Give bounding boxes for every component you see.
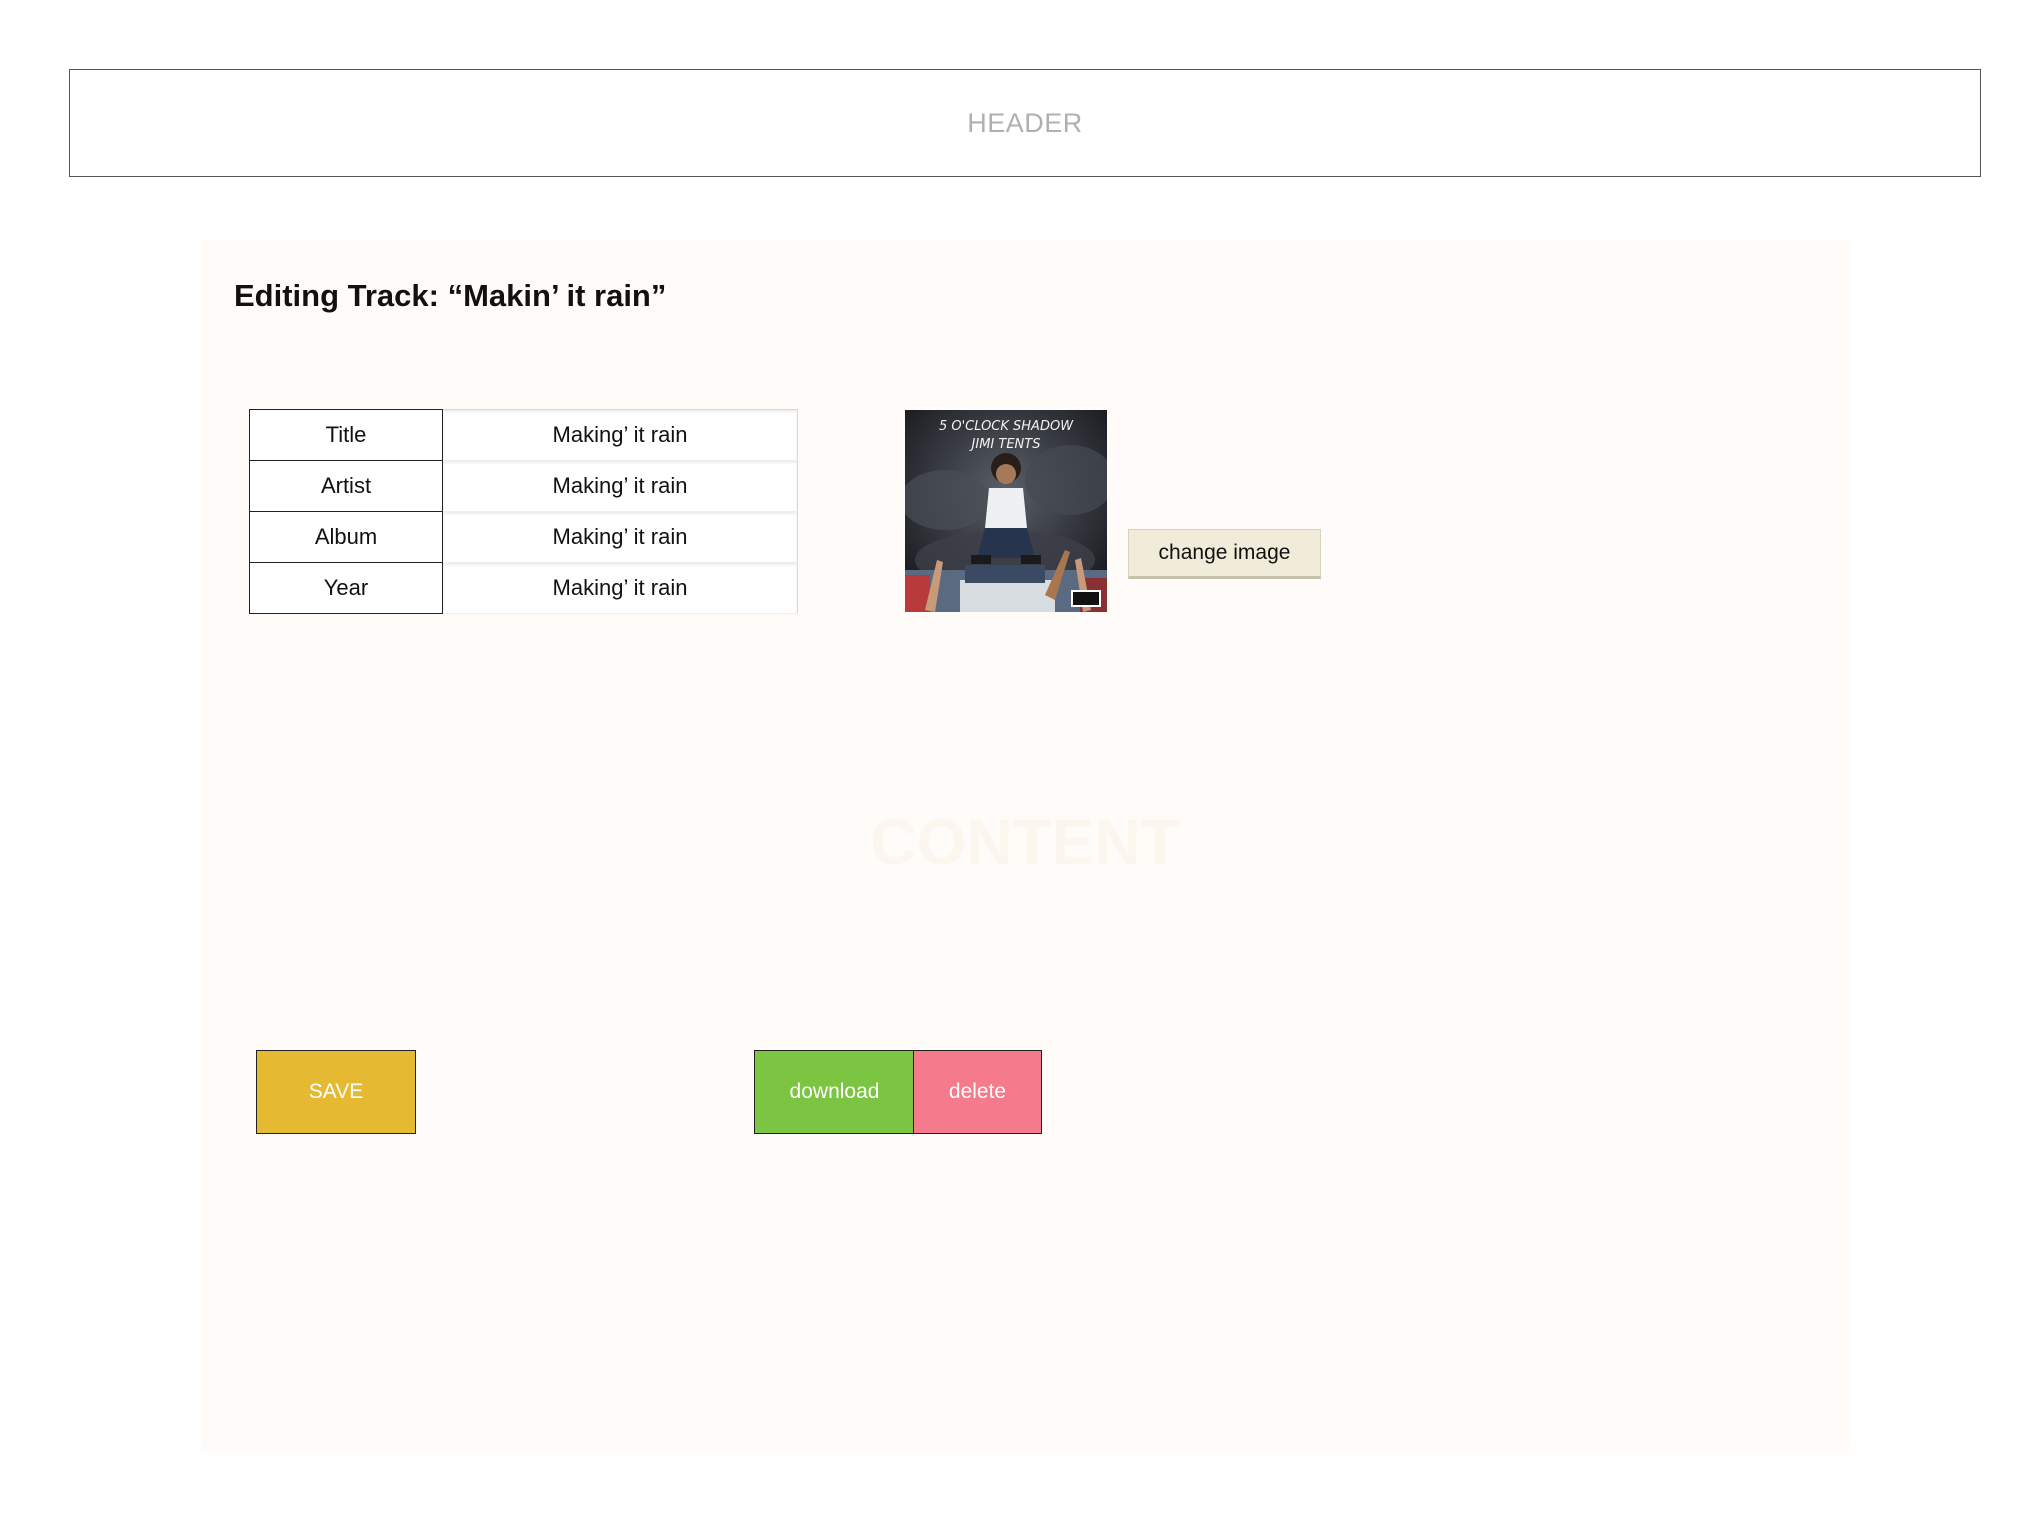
content-watermark: CONTENT xyxy=(870,806,1180,878)
page-title: Editing Track: “Makin’ it rain” xyxy=(234,278,667,313)
field-input-album[interactable]: Making’ it rain xyxy=(442,511,798,563)
album-art-line1: 5 O'CLOCK SHADOW xyxy=(939,419,1074,434)
page: HEADER CONTENT Editing Track: “Makin’ it… xyxy=(0,0,2042,1516)
table-row: Album Making’ it rain xyxy=(249,511,798,563)
content-area: CONTENT Editing Track: “Makin’ it rain” … xyxy=(201,240,1849,1453)
field-label-artist: Artist xyxy=(249,460,443,512)
field-input-year[interactable]: Making’ it rain xyxy=(442,562,798,614)
header: HEADER xyxy=(69,69,1981,177)
table-row: Title Making’ it rain xyxy=(249,409,798,461)
field-input-artist[interactable]: Making’ it rain xyxy=(442,460,798,512)
save-button[interactable]: SAVE xyxy=(256,1050,416,1134)
download-button[interactable]: download xyxy=(754,1050,915,1134)
table-row: Artist Making’ it rain xyxy=(249,460,798,512)
header-label: HEADER xyxy=(967,107,1083,138)
track-fields-table: Title Making’ it rain Artist Making’ it … xyxy=(249,409,798,614)
field-label-album: Album xyxy=(249,511,443,563)
change-image-button[interactable]: change image xyxy=(1128,529,1321,579)
delete-button[interactable]: delete xyxy=(913,1050,1042,1134)
field-label-year: Year xyxy=(249,562,443,614)
table-row: Year Making’ it rain xyxy=(249,562,798,614)
field-input-title[interactable]: Making’ it rain xyxy=(442,409,798,461)
album-art-line2: JIMI TENTS xyxy=(969,437,1041,452)
album-art-image: 5 O'CLOCK SHADOW JIMI TENTS xyxy=(905,410,1107,612)
field-label-title: Title xyxy=(249,409,443,461)
